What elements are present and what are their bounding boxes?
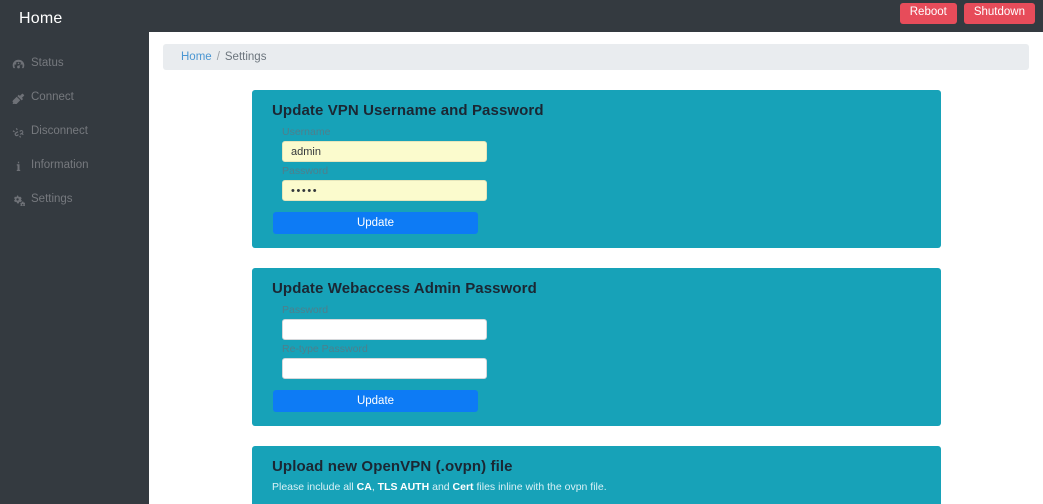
update-webaccess-password-button[interactable]: Update — [273, 390, 478, 412]
card-title: Update Webaccess Admin Password — [272, 280, 537, 297]
sidebar-item-status[interactable]: Status — [0, 47, 149, 81]
breadcrumb-current: Settings — [224, 51, 267, 63]
sidebar-item-label: Disconnect — [31, 125, 88, 138]
vpn-password-input[interactable] — [282, 180, 487, 201]
sidebar-item-settings[interactable]: Settings — [0, 183, 149, 217]
webaccess-password-input[interactable] — [282, 319, 487, 340]
card-title: Update VPN Username and Password — [272, 102, 544, 119]
field-label: Username — [282, 126, 331, 138]
field-vpn-username: Username — [263, 126, 930, 162]
reboot-button[interactable]: Reboot — [899, 3, 957, 24]
breadcrumb-separator: / — [216, 51, 220, 63]
update-vpn-credentials-button[interactable]: Update — [273, 212, 478, 234]
shutdown-button[interactable]: Shutdown — [963, 3, 1035, 24]
field-label: Password — [282, 304, 329, 316]
breadcrumb: Home / Settings — [163, 44, 1029, 70]
settings-panels: Update VPN Username and Password Usernam… — [149, 90, 1043, 504]
info-icon — [10, 160, 26, 172]
field-webaccess-password: Password — [263, 304, 930, 340]
broken-chain-icon — [10, 126, 26, 138]
card-update-vpn-credentials: Update VPN Username and Password Usernam… — [252, 90, 941, 248]
vpn-username-input[interactable] — [282, 141, 487, 162]
webaccess-password-confirm-input[interactable] — [282, 358, 487, 379]
settings-page: Reboot Shutdown Home Status Connect Disc… — [0, 0, 1043, 504]
sidebar-item-label: Settings — [31, 193, 73, 206]
field-webaccess-password-confirm: Re-type Password — [263, 343, 930, 379]
sidebar-item-label: Information — [31, 159, 89, 172]
field-vpn-password: Password — [263, 165, 930, 201]
sidebar-item-connect[interactable]: Connect — [0, 81, 149, 115]
main-content: Home / Settings Update VPN Username and … — [149, 32, 1043, 504]
sidebar-nav: Status Connect Disconnect Information Se… — [0, 47, 149, 217]
brand-title: Home — [19, 10, 63, 27]
top-bar: Reboot Shutdown — [0, 0, 1043, 32]
breadcrumb-home-link[interactable]: Home — [181, 51, 212, 63]
card-subtitle: Please include all CA, TLS AUTH and Cert… — [272, 481, 607, 493]
sidebar: Home Status Connect Disconnect Informati… — [0, 0, 149, 504]
card-update-webaccess-password: Update Webaccess Admin Password Password… — [252, 268, 941, 426]
dashboard-icon — [10, 58, 26, 70]
sidebar-item-label: Status — [31, 57, 64, 70]
sidebar-item-information[interactable]: Information — [0, 149, 149, 183]
gears-icon — [10, 194, 26, 206]
plug-icon — [10, 92, 26, 104]
field-label: Re-type Password — [282, 343, 368, 355]
field-label: Password — [282, 165, 329, 177]
top-bar-actions: Reboot Shutdown — [899, 3, 1035, 24]
card-upload-ovpn: Upload new OpenVPN (.ovpn) file Please i… — [252, 446, 941, 504]
sidebar-item-label: Connect — [31, 91, 74, 104]
sidebar-item-disconnect[interactable]: Disconnect — [0, 115, 149, 149]
card-title: Upload new OpenVPN (.ovpn) file — [272, 458, 513, 475]
